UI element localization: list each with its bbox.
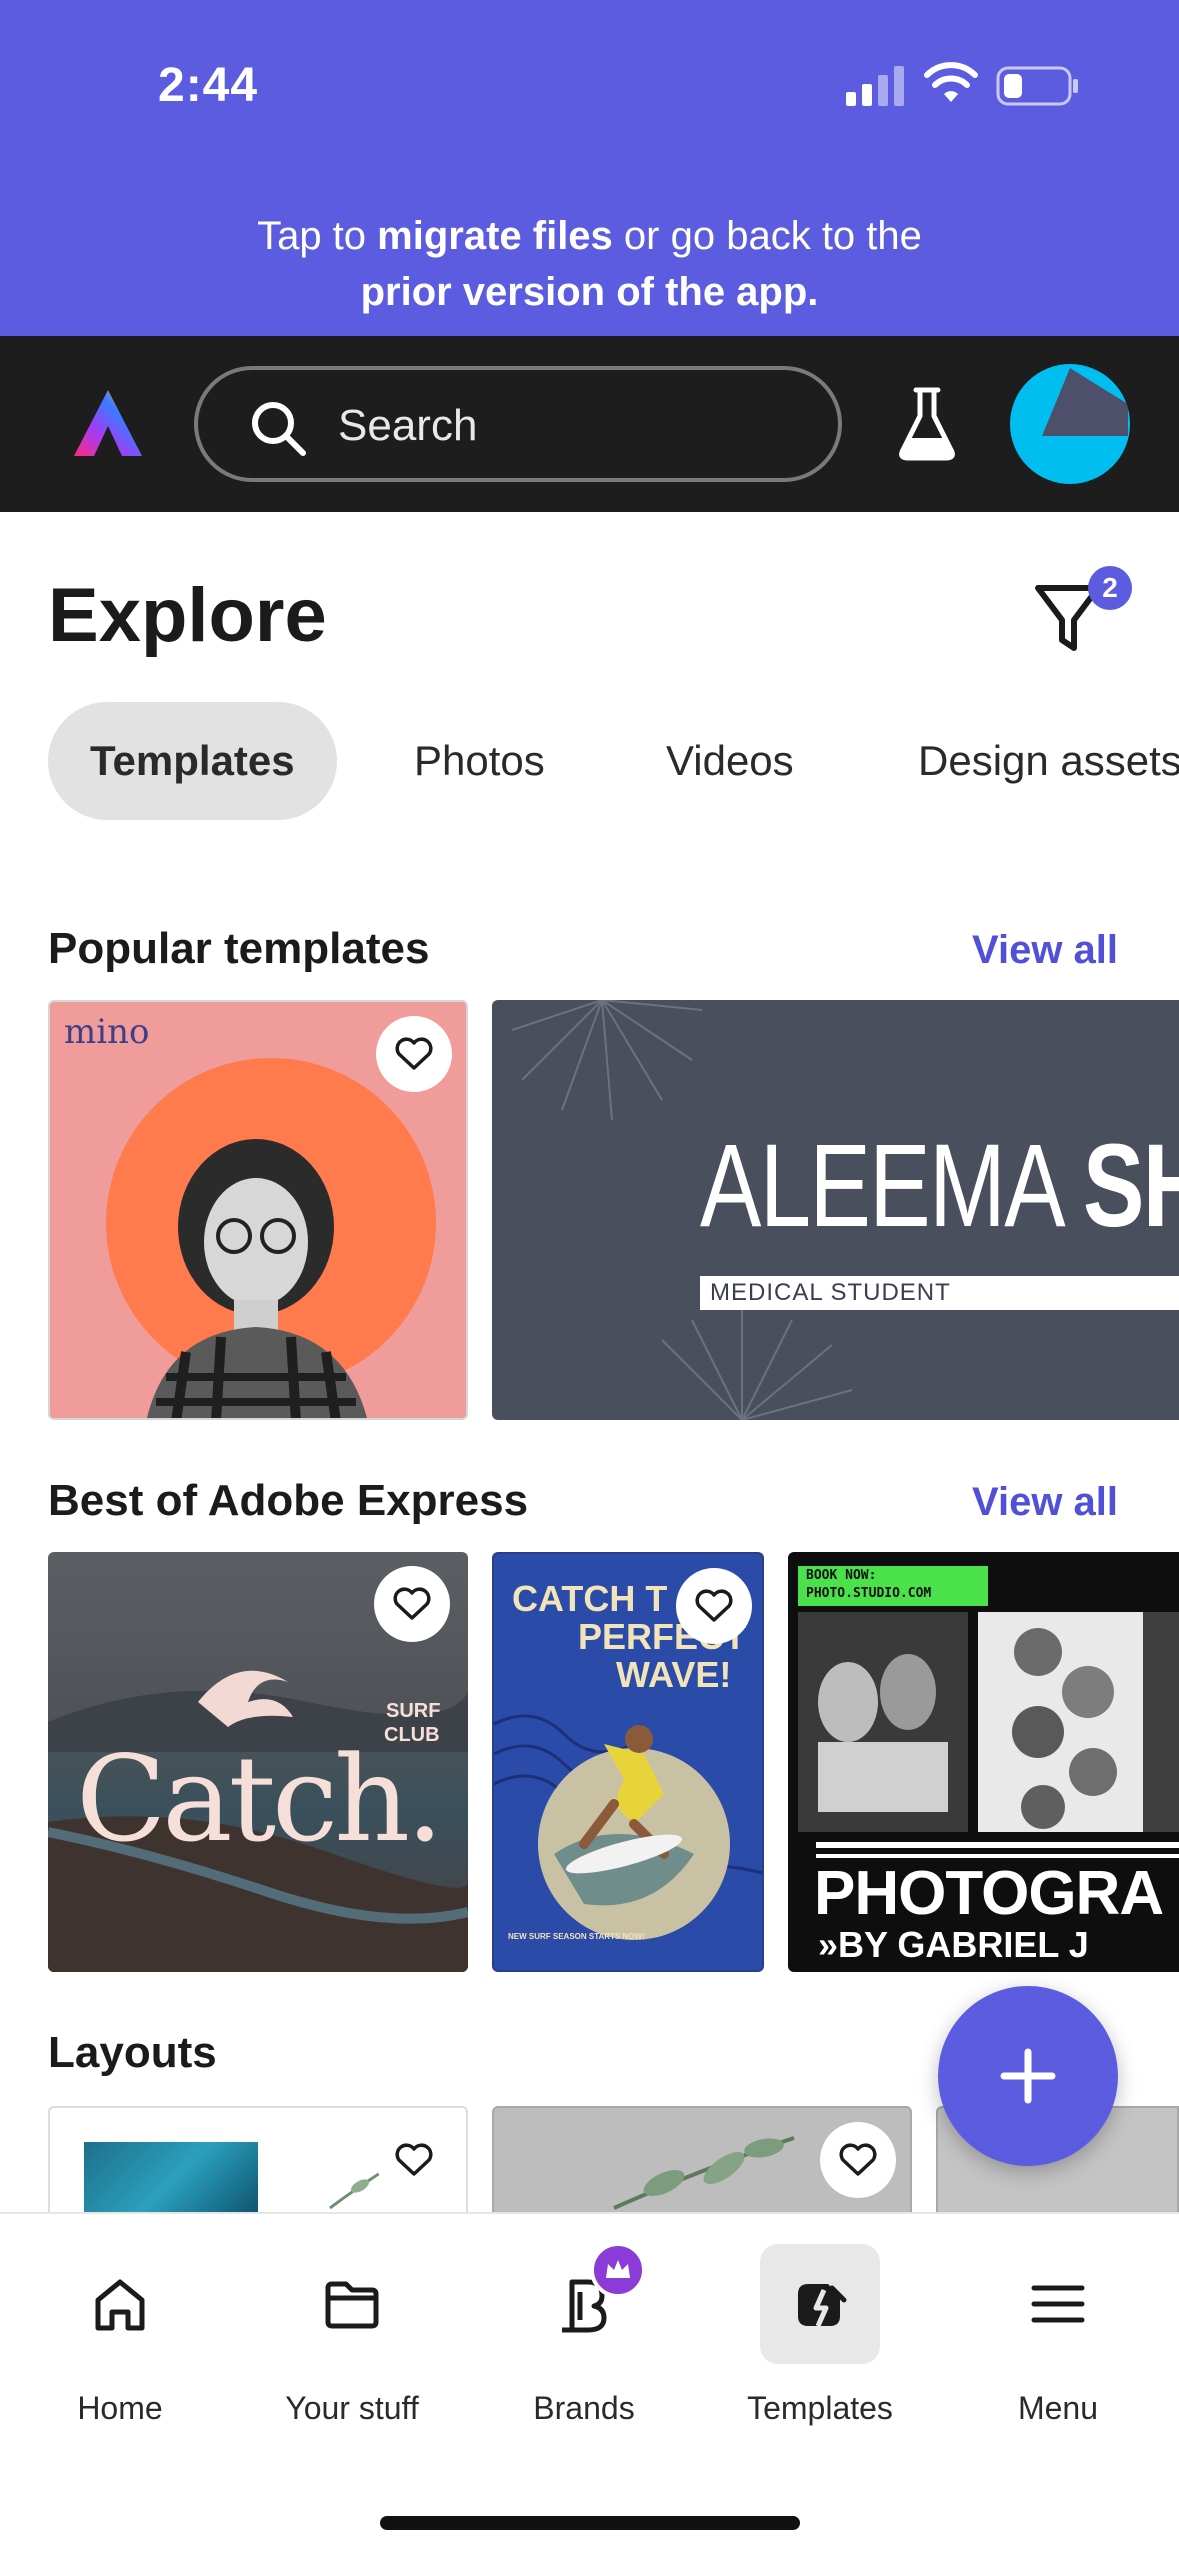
menu-icon: [1031, 2285, 1085, 2323]
bottom-navigation: Home Your stuff Brands Templates Menu: [0, 2212, 1179, 2556]
favorite-button[interactable]: [820, 2122, 896, 2198]
templates-icon: [798, 2284, 847, 2328]
labs-flask-icon[interactable]: [896, 386, 958, 462]
aleema-subtitle-text: MEDICAL STUDENT: [710, 1279, 951, 1306]
app-header: [0, 336, 1179, 512]
nav-item-home[interactable]: Home: [20, 2244, 220, 2444]
nav-item-templates[interactable]: Templates: [720, 2244, 920, 2444]
tab-photos[interactable]: Photos: [414, 702, 545, 820]
nav-label-your-stuff: Your stuff: [285, 2390, 419, 2426]
nav-label-templates: Templates: [747, 2390, 893, 2426]
search-bar[interactable]: [194, 366, 842, 482]
nav-label-menu: Menu: [1017, 2390, 1099, 2426]
nav-item-menu[interactable]: Menu: [958, 2244, 1158, 2444]
view-all-popular-link[interactable]: View all: [972, 928, 1118, 973]
tab-design-assets[interactable]: Design assets: [918, 702, 1179, 820]
page-title: Explore: [48, 573, 327, 658]
status-time: 2:44: [158, 59, 259, 112]
club-text: CLUB: [384, 1724, 440, 1746]
cellular-signal-icon: [846, 66, 904, 106]
ocean-photo: [84, 2142, 258, 2214]
search-icon: [252, 402, 306, 456]
template-card-aleema[interactable]: ALEEMA SH MEDICAL STUDENT: [492, 1000, 1179, 1420]
favorite-button[interactable]: [374, 1566, 450, 1642]
home-icon: [95, 2279, 145, 2331]
photo-collage: [798, 1612, 1179, 1832]
heart-icon: [395, 1037, 433, 1070]
portrait-figure: [147, 1139, 367, 1418]
section-title-popular: Popular templates: [48, 924, 430, 973]
section-title-best: Best of Adobe Express: [48, 1476, 529, 1525]
migration-banner[interactable]: 2:44 Tap to migrate files or go back to …: [0, 0, 1179, 336]
template-card-photography[interactable]: BOOK NOW: PHOTO.STUDIO.COM PHOTOGRA »BY …: [788, 1552, 1179, 1972]
content-type-tabs: Templates Photos Videos Design assets: [48, 702, 1179, 820]
adobe-express-logo-icon[interactable]: [70, 386, 146, 462]
battery-icon: [996, 66, 1078, 106]
wifi-icon: [924, 62, 978, 102]
heart-icon: [839, 2143, 877, 2176]
heart-icon: [695, 1589, 733, 1622]
by-gabriel-text: »BY GABRIEL J: [818, 1924, 1089, 1965]
layout-card-plant[interactable]: [492, 2106, 912, 2216]
section-title-layouts: Layouts: [48, 2028, 217, 2077]
surf-text: SURF: [386, 1700, 441, 1722]
nav-label-brands: Brands: [533, 2390, 635, 2426]
avatar[interactable]: [1010, 364, 1130, 484]
stripe: [816, 1842, 1179, 1848]
create-new-button[interactable]: [938, 1986, 1118, 2166]
nav-item-brands[interactable]: Brands: [484, 2242, 684, 2444]
view-all-best-link[interactable]: View all: [972, 1480, 1118, 1525]
catch-title-text: Catch.: [76, 1730, 444, 1868]
heart-icon: [393, 1587, 431, 1620]
heart-icon: [395, 2143, 433, 2176]
template-card-catch[interactable]: Catch. SURF CLUB: [48, 1552, 468, 1972]
search-input[interactable]: [338, 394, 798, 458]
banner-message: Tap to migrate files or go back to the p…: [257, 214, 922, 314]
crown-icon: [606, 2260, 630, 2278]
filter-count-badge: 2: [1088, 566, 1132, 610]
mino-brand-text: mino: [64, 1012, 150, 1052]
layout-card-ocean[interactable]: [48, 2106, 468, 2216]
tab-videos[interactable]: Videos: [666, 702, 794, 820]
favorite-button[interactable]: [376, 1016, 452, 1092]
subtitle-bar: MEDICAL STUDENT: [700, 1276, 1179, 1310]
aleema-name-text: ALEEMA SH: [700, 1120, 1179, 1252]
book-now-tag: BOOK NOW: PHOTO.STUDIO.COM: [798, 1566, 988, 1606]
nav-label-home: Home: [77, 2390, 163, 2426]
template-card-mino[interactable]: mino: [48, 1000, 468, 1420]
plant-photo: [613, 2136, 795, 2210]
prior-version-link[interactable]: prior version of the app.: [361, 270, 819, 314]
photography-big-text: PHOTOGRA: [814, 1859, 1164, 1928]
tab-templates[interactable]: Templates: [48, 702, 337, 820]
wave-footer-text: NEW SURF SEASON STARTS NOW!: [508, 1932, 645, 1941]
template-card-wave[interactable]: CATCH T PERFECT WAVE! NEW SURF SEASON ST…: [492, 1552, 764, 1972]
premium-crown-badge: [590, 2242, 646, 2298]
plus-icon: [1000, 2048, 1056, 2104]
home-indicator[interactable]: [380, 2516, 800, 2530]
migrate-files-link[interactable]: migrate files: [377, 214, 613, 258]
favorite-button[interactable]: [676, 1568, 752, 1644]
folder-icon: [325, 2281, 379, 2329]
favorite-button[interactable]: [376, 2122, 452, 2198]
nav-item-your-stuff[interactable]: Your stuff: [252, 2244, 452, 2444]
